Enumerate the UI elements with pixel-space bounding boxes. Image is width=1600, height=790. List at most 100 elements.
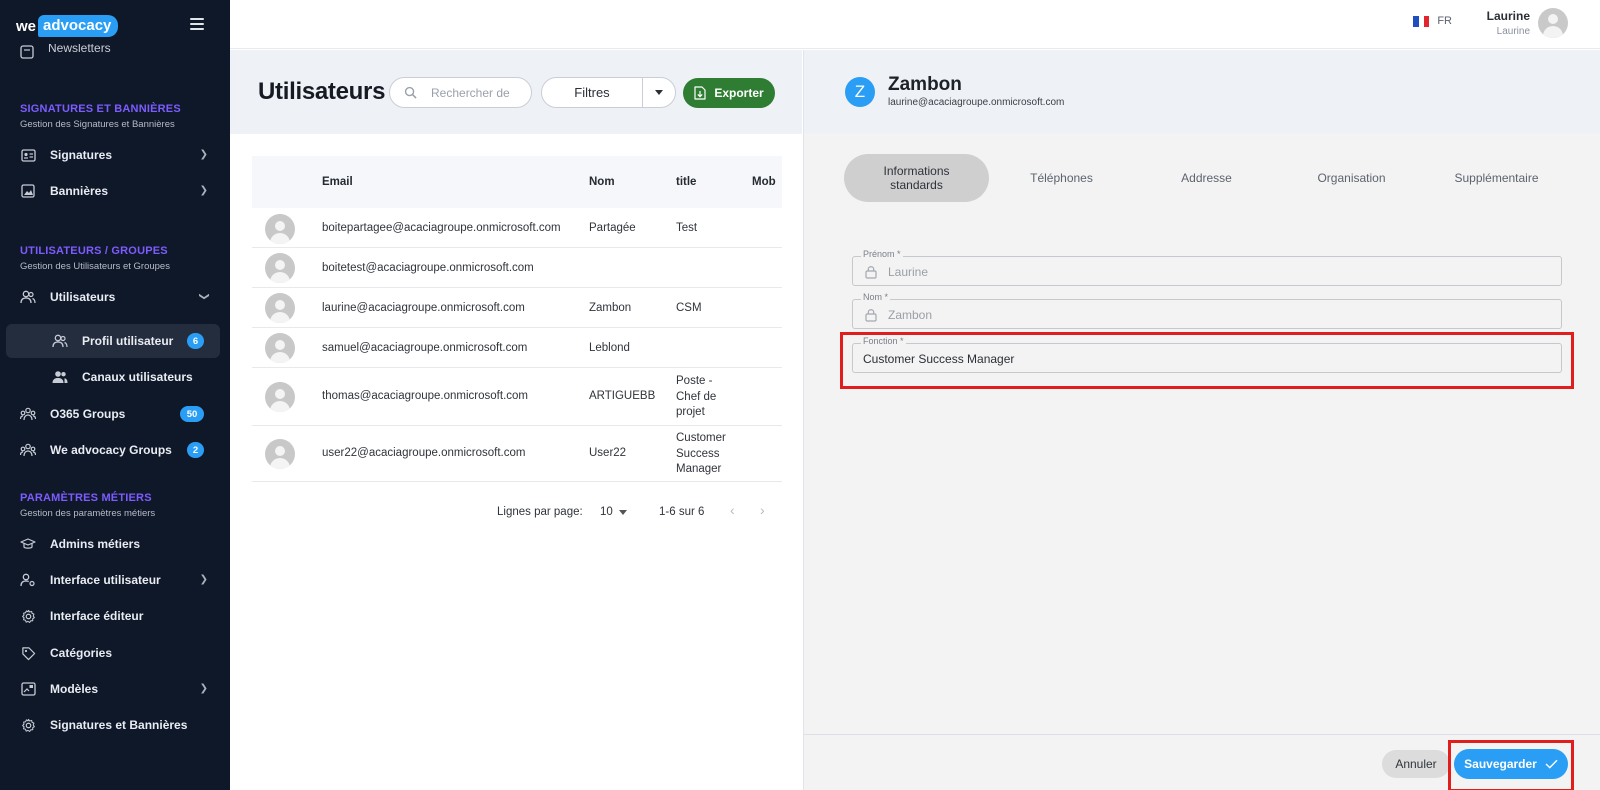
avatar: [265, 382, 295, 412]
sidebar-item-o365-groups[interactable]: O365 Groups 50: [6, 397, 220, 431]
gear-icon: [20, 608, 36, 624]
avatar: [265, 253, 295, 283]
sidebar-item-we-advocacy-groups[interactable]: We advocacy Groups 2: [6, 433, 220, 467]
template-icon: [20, 681, 36, 697]
cell-title: Poste - Chef de projet: [676, 375, 717, 418]
rows-per-page-value: 10: [600, 506, 613, 518]
cell-nom: ARTIGUEBB: [589, 390, 656, 402]
sidebar-item-label: Canaux utilisateurs: [82, 370, 193, 384]
sidebar-item-categories[interactable]: Catégories: [6, 636, 220, 670]
sidebar-item-canaux-utilisateurs[interactable]: Canaux utilisateurs: [6, 360, 220, 394]
chevron-right-icon: ❯: [199, 683, 208, 694]
filters-button[interactable]: Filtres: [541, 77, 676, 108]
table-row[interactable]: user22@acaciagroupe.onmicrosoft.com User…: [252, 426, 782, 482]
filters-label[interactable]: Filtres: [542, 78, 643, 107]
table-row[interactable]: boitepartagee@acaciagroupe.onmicrosoft.c…: [252, 208, 782, 248]
flag-red-stripe: [1423, 15, 1430, 27]
cell-email: boitepartagee@acaciagroupe.onmicrosoft.c…: [322, 222, 561, 234]
filters-dropdown[interactable]: [643, 78, 675, 107]
caret-down-icon: [618, 509, 627, 515]
cancel-button[interactable]: Annuler: [1382, 750, 1450, 778]
section-title-parametres: PARAMÈTRES MÉTIERS: [20, 492, 152, 504]
tab-addresse[interactable]: Addresse: [1134, 154, 1279, 202]
id-card-icon: [20, 147, 36, 163]
sidebar-item-utilisateurs[interactable]: Utilisateurs ❯: [6, 280, 220, 314]
sidebar-item-newsletters[interactable]: Newsletters: [20, 44, 111, 60]
app-logo[interactable]: we advocacy: [16, 14, 119, 38]
sidebar-item-profil-utilisateur[interactable]: Profil utilisateur 6: [6, 324, 220, 358]
sidebar-item-interface-utilisateur[interactable]: Interface utilisateur ❯: [6, 563, 220, 597]
sidebar-item-label: Modèles: [50, 682, 99, 696]
chevron-right-icon: ❯: [199, 574, 208, 585]
detail-header: Z Zambon laurine@acaciagroupe.onmicrosof…: [804, 50, 1600, 134]
detail-tabs: Informations standards Téléphones Addres…: [844, 154, 1574, 202]
user-name: Zambon: [888, 74, 962, 95]
prenom-field: Prénom * Laurine: [852, 249, 1562, 286]
count-badge: 6: [187, 333, 204, 349]
cell-email: samuel@acaciagroupe.onmicrosoft.com: [322, 342, 528, 354]
sidebar-item-label: Catégories: [50, 646, 113, 660]
sidebar-item-interface-editeur[interactable]: Interface éditeur: [6, 599, 220, 633]
sidebar-item-label: Signatures et Bannières: [50, 718, 188, 732]
sidebar-item-signatures-et-bannieres[interactable]: Signatures et Bannières: [6, 708, 220, 742]
france-flag-icon: [1413, 15, 1430, 27]
group-icon: [20, 442, 36, 458]
graduation-cap-icon: [20, 536, 36, 552]
avatar: [265, 333, 295, 363]
nom-value: Zambon: [888, 308, 933, 322]
top-bar: FR Laurine Laurine: [230, 0, 1600, 49]
language-selector[interactable]: FR: [1413, 15, 1452, 27]
cell-nom: Zambon: [589, 302, 632, 314]
cell-email: user22@acaciagroupe.onmicrosoft.com: [322, 447, 526, 459]
gear-icon: [20, 717, 36, 733]
newsletter-icon: [20, 45, 34, 59]
search-input[interactable]: Rechercher de: [389, 77, 532, 108]
lock-icon: [865, 266, 877, 279]
avatar: Z: [845, 77, 875, 107]
file-download-icon: [694, 86, 706, 100]
menu-icon[interactable]: [190, 18, 204, 30]
prenom-label: Prénom *: [861, 249, 903, 259]
chevron-left-icon[interactable]: ‹: [730, 502, 735, 518]
page-title: Utilisateurs: [258, 78, 386, 105]
chevron-right-icon: ❯: [199, 149, 208, 160]
table-row[interactable]: samuel@acaciagroupe.onmicrosoft.com Lebl…: [252, 328, 782, 368]
column-header-email[interactable]: Email: [322, 176, 353, 188]
export-button[interactable]: Exporter: [683, 78, 775, 108]
sidebar-item-modeles[interactable]: Modèles ❯: [6, 672, 220, 706]
rows-per-page-label: Lignes par page:: [497, 506, 583, 518]
nom-label: Nom *: [861, 292, 891, 302]
column-header-title[interactable]: title: [676, 176, 696, 188]
section-title-signatures: SIGNATURES ET BANNIÈRES: [20, 103, 181, 115]
sidebar-item-label: Interface utilisateur: [50, 573, 161, 587]
cell-nom: User22: [589, 447, 627, 459]
search-icon: [404, 86, 417, 99]
column-header-nom[interactable]: Nom: [589, 176, 615, 188]
sidebar-item-bannieres[interactable]: Bannières ❯: [6, 174, 220, 208]
nom-field: Nom * Zambon: [852, 292, 1562, 329]
tab-organisation[interactable]: Organisation: [1279, 154, 1424, 202]
table-header: Email Nom title Mob: [252, 156, 782, 208]
export-label: Exporter: [714, 86, 764, 100]
table-row[interactable]: thomas@acaciagroupe.onmicrosoft.com ARTI…: [252, 368, 782, 426]
image-icon: [20, 183, 36, 199]
chevron-right-icon[interactable]: ›: [760, 502, 765, 518]
tab-informations-standards[interactable]: Informations standards: [844, 154, 989, 202]
users-header: Utilisateurs Rechercher de Filtres Expor…: [230, 50, 802, 134]
cell-email: thomas@acaciagroupe.onmicrosoft.com: [322, 390, 528, 402]
sidebar-item-admins-metiers[interactable]: Admins métiers: [6, 527, 220, 561]
column-header-mobile[interactable]: Mob: [752, 176, 776, 188]
chevron-right-icon: ❯: [199, 185, 208, 196]
tab-supplementaire[interactable]: Supplémentaire: [1424, 154, 1569, 202]
chevron-down-icon: ❯: [198, 292, 210, 301]
table-row[interactable]: laurine@acaciagroupe.onmicrosoft.com Zam…: [252, 288, 782, 328]
sidebar-item-label: We advocacy Groups: [50, 443, 172, 457]
caret-down-icon: [655, 90, 663, 95]
tab-telephones[interactable]: Téléphones: [989, 154, 1134, 202]
user-menu[interactable]: Laurine Laurine: [1487, 8, 1568, 38]
table-row[interactable]: boitetest@acaciagroupe.onmicrosoft.com: [252, 248, 782, 288]
sidebar-item-label: Utilisateurs: [50, 290, 116, 304]
sidebar-item-signatures[interactable]: Signatures ❯: [6, 138, 220, 172]
logo-advocacy: advocacy: [38, 15, 119, 37]
rows-per-page-select[interactable]: 10: [600, 506, 627, 518]
